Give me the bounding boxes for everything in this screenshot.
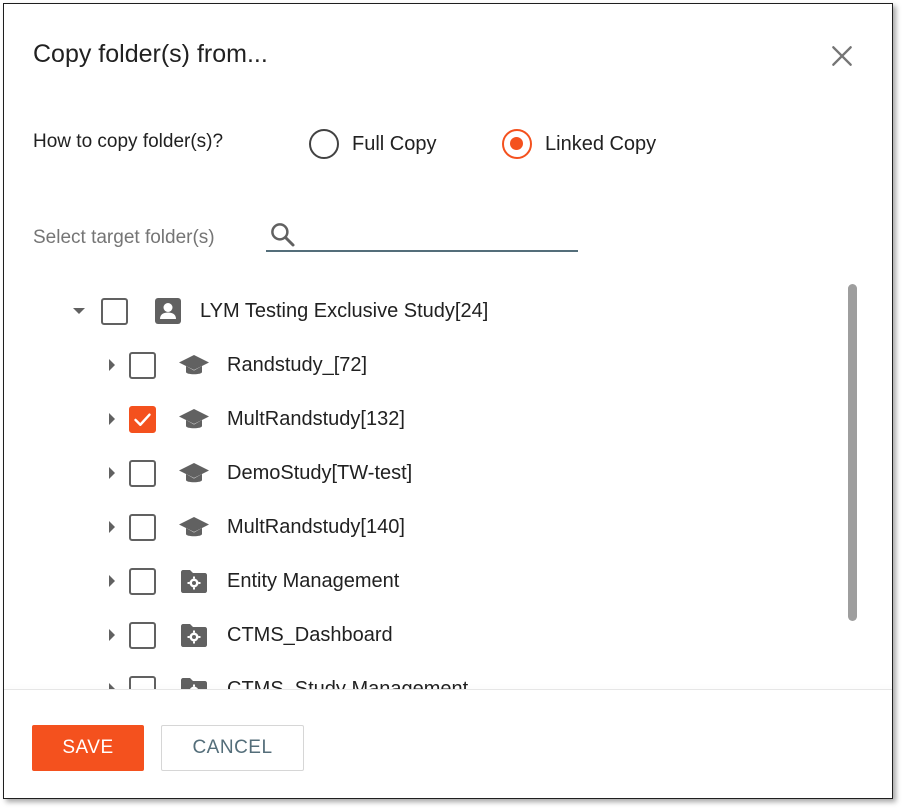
tree-node-label[interactable]: LYM Testing Exclusive Study[24] [200, 300, 488, 323]
tree-node-checkbox[interactable] [129, 513, 156, 541]
tree-node[interactable]: Randstudy_[72] [104, 345, 854, 385]
cancel-button[interactable]: CANCEL [161, 725, 304, 771]
tree-node-checkbox-checked[interactable] [129, 405, 156, 433]
folder-settings-icon [178, 673, 210, 689]
tree-node[interactable]: DemoStudy[TW-test] [104, 453, 854, 493]
caret-right-icon[interactable] [104, 519, 120, 535]
tree-node[interactable]: CTMS_Study Management [104, 669, 854, 689]
account-box-icon [152, 295, 184, 327]
tree-node-checkbox[interactable] [129, 675, 156, 689]
folder-tree: LYM Testing Exclusive Study[24] Randstud… [4, 284, 854, 689]
caret-right-icon[interactable] [104, 573, 120, 589]
radio-unchecked-icon[interactable] [309, 129, 339, 159]
tree-node-label[interactable]: MultRandstudy[140] [227, 516, 405, 539]
caret-right-icon[interactable] [104, 357, 120, 373]
copy-folder-dialog: Copy folder(s) from... How to copy folde… [3, 3, 893, 799]
caret-right-icon[interactable] [104, 681, 120, 689]
graduation-cap-icon [178, 403, 210, 435]
full-copy-radio[interactable]: Full Copy [309, 129, 436, 159]
tree-node[interactable]: Entity Management [104, 561, 854, 601]
dialog-title: Copy folder(s) from... [33, 40, 268, 68]
tree-node-checkbox[interactable] [129, 621, 156, 649]
search-input[interactable] [304, 220, 574, 250]
tree-node[interactable]: MultRandstudy[132] [104, 399, 854, 439]
caret-right-icon[interactable] [104, 411, 120, 427]
dialog-footer: SAVE CANCEL [4, 690, 892, 798]
folder-settings-icon [178, 619, 210, 651]
save-button[interactable]: SAVE [32, 725, 144, 771]
caret-right-icon[interactable] [104, 465, 120, 481]
tree-node-label[interactable]: MultRandstudy[132] [227, 408, 405, 431]
tree-node[interactable]: MultRandstudy[140] [104, 507, 854, 547]
caret-down-icon[interactable] [71, 303, 87, 319]
tree-node[interactable]: CTMS_Dashboard [104, 615, 854, 655]
tree-node-checkbox[interactable] [129, 351, 156, 379]
radio-checked-icon[interactable] [502, 129, 532, 159]
folder-settings-icon [178, 565, 210, 597]
search-icon [268, 220, 298, 250]
tree-node-label[interactable]: Randstudy_[72] [227, 354, 367, 377]
tree-node-checkbox[interactable] [129, 459, 156, 487]
tree-scrollbar[interactable] [848, 284, 857, 621]
tree-node-label[interactable]: DemoStudy[TW-test] [227, 462, 412, 485]
full-copy-label[interactable]: Full Copy [352, 133, 436, 156]
select-target-label: Select target folder(s) [33, 227, 215, 248]
tree-node-root[interactable]: LYM Testing Exclusive Study[24] [71, 291, 851, 331]
graduation-cap-icon [178, 349, 210, 381]
close-icon[interactable] [826, 40, 858, 72]
graduation-cap-icon [178, 457, 210, 489]
tree-node-checkbox[interactable] [101, 297, 128, 325]
tree-node-checkbox[interactable] [129, 567, 156, 595]
graduation-cap-icon [178, 511, 210, 543]
copy-mode-label: How to copy folder(s)? [33, 131, 224, 152]
linked-copy-label[interactable]: Linked Copy [545, 133, 656, 156]
tree-node-label[interactable]: CTMS_Study Management [227, 678, 468, 690]
tree-node-label[interactable]: CTMS_Dashboard [227, 624, 393, 647]
folder-search [266, 220, 578, 252]
tree-node-label[interactable]: Entity Management [227, 570, 399, 593]
checkmark-icon [134, 412, 151, 426]
caret-right-icon[interactable] [104, 627, 120, 643]
linked-copy-radio[interactable]: Linked Copy [502, 129, 656, 159]
